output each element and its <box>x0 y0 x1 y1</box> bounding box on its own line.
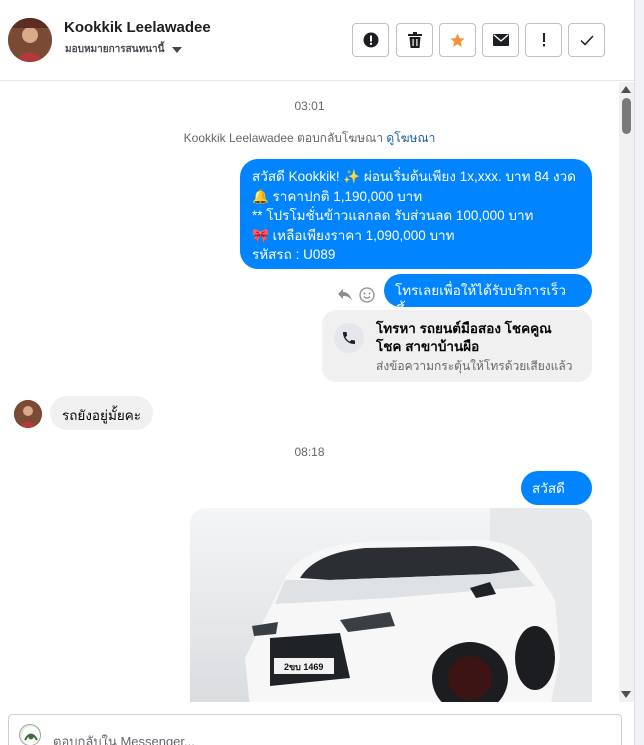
car-photo-attachment[interactable]: 2ขบ 1469 <box>190 508 592 702</box>
conversation-header: Kookkik Leelawadee มอบหมายการสนทนานี้ <box>0 0 634 81</box>
ad-reply-notice: Kookkik Leelawadee ตอบกลับโฆษณา ดูโฆษณา <box>0 129 619 148</box>
exclamation-icon <box>542 33 545 47</box>
call-card[interactable]: โทรหา รถยนต์มือสอง โชคคูณโชค สาขาบ้านผือ… <box>322 310 592 382</box>
panel-edge <box>634 0 644 745</box>
ad-message-line: สวัสดี Kookkik! ✨ ผ่อนเริ่มต้นเพียง 1x,x… <box>252 169 576 184</box>
contact-name[interactable]: Kookkik Leelawadee <box>64 19 211 36</box>
mark-unread-button[interactable] <box>482 23 519 57</box>
sender-avatar[interactable] <box>14 400 42 428</box>
ad-message-line: 🔔 ราคาปกติ 1,190,000 บาท <box>252 188 423 204</box>
reply-composer[interactable]: ตอบกลับใน Messenger... <box>8 714 622 745</box>
ad-message-line: ** โปรโมชั่นข้าวแลกลด รับส่วนลด 100,000 … <box>252 208 534 223</box>
chat-scrollbar[interactable] <box>619 82 634 702</box>
timestamp: 03:01 <box>294 99 325 113</box>
smiley-icon[interactable] <box>359 287 375 303</box>
mark-done-button[interactable] <box>568 23 605 57</box>
mail-icon <box>492 34 509 46</box>
messenger-conversation: Kookkik Leelawadee มอบหมายการสนทนานี้ 03… <box>0 0 644 745</box>
message-thread[interactable]: 03:01 Kookkik Leelawadee ตอบกลับโฆษณา ดู… <box>0 82 634 702</box>
ad-message-line: 🎀 เหลือเพียงราคา 1,090,000 บาท <box>252 227 455 243</box>
assign-conversation-dropdown[interactable]: มอบหมายการสนทนานี้ <box>65 42 183 57</box>
page-avatar-icon <box>19 724 41 745</box>
scroll-down-arrow-icon[interactable] <box>621 691 631 698</box>
assign-label: มอบหมายการสนทนานี้ <box>65 44 165 55</box>
call-card-subtitle: ส่งข้อความกระตุ้นให้โทรด้วยเสียงแล้ว <box>376 359 573 373</box>
star-button[interactable] <box>439 23 476 57</box>
report-icon <box>363 32 378 48</box>
caret-down-icon <box>172 46 183 53</box>
incoming-message-text: รถยังอยู่มั้ยคะ <box>62 408 142 423</box>
delete-button[interactable] <box>396 23 433 57</box>
phone-icon <box>334 323 364 353</box>
star-icon <box>450 32 465 47</box>
call-cta-bubble[interactable]: โทรเลยเพื่อให้ได้รับบริการเร็วขึ้น <box>384 274 592 318</box>
license-plate: 2ขบ 1469 <box>284 662 324 672</box>
ad-reply-text: Kookkik Leelawadee ตอบกลับโฆษณา <box>183 131 384 145</box>
report-button[interactable] <box>352 23 389 57</box>
mark-spam-button[interactable] <box>525 23 562 57</box>
trash-icon <box>407 32 422 48</box>
scroll-up-arrow-icon[interactable] <box>621 86 631 93</box>
incoming-message-bubble[interactable]: รถยังอยู่มั้ยคะ <box>50 396 154 430</box>
ad-message-bubble[interactable]: สวัสดี Kookkik! ✨ ผ่อนเริ่มต้นเพียง 1x,x… <box>240 159 592 269</box>
check-icon <box>579 34 594 46</box>
reply-icon[interactable] <box>337 288 353 302</box>
reply-input-placeholder[interactable]: ตอบกลับใน Messenger... <box>53 731 195 745</box>
timestamp: 08:18 <box>294 445 325 459</box>
contact-avatar[interactable] <box>8 18 52 62</box>
scroll-thumb[interactable] <box>622 98 631 134</box>
call-card-title: โทรหา รถยนต์มือสอง โชคคูณโชค สาขาบ้านผือ <box>376 321 552 354</box>
outgoing-message-bubble[interactable]: สวัสดีคะ <box>521 471 592 516</box>
ad-message-line: รหัสรถ : U089 <box>252 247 336 262</box>
view-ad-link[interactable]: ดูโฆษณา <box>386 131 435 145</box>
message-actions <box>337 287 375 303</box>
